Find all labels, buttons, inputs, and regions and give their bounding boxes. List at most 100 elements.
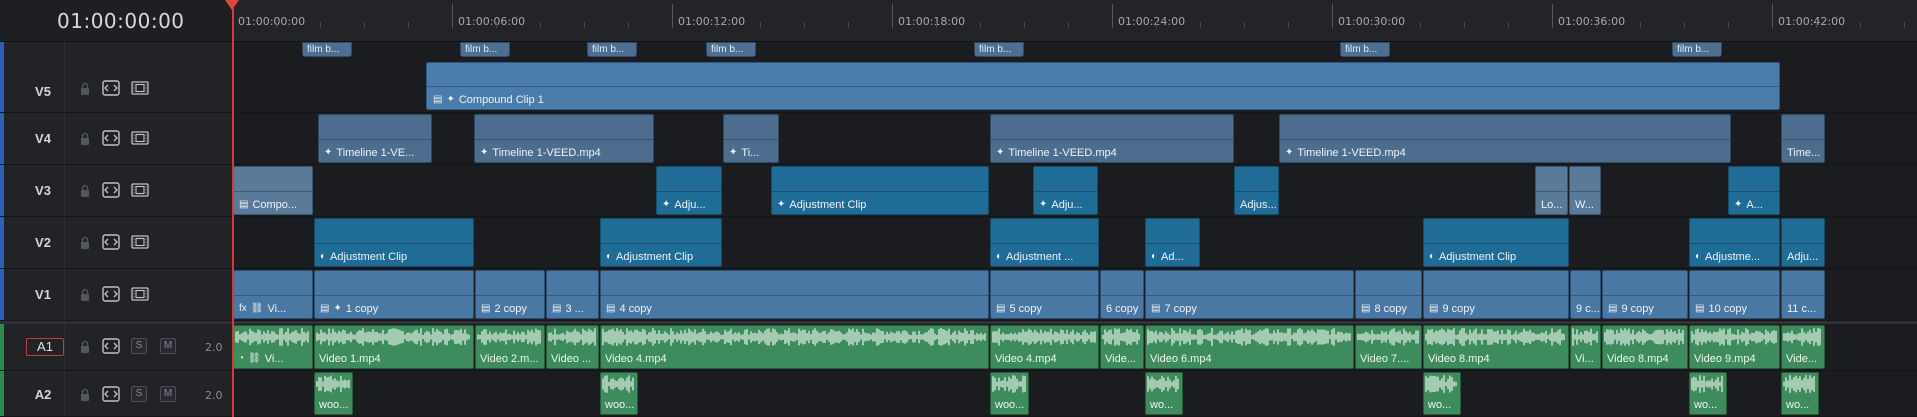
audio-clip[interactable]: Video ... bbox=[546, 325, 599, 369]
video-clip[interactable]: ▤ 9 copy bbox=[1423, 270, 1569, 319]
adjustment-clip[interactable]: ◐ Adjustment Clip bbox=[600, 218, 722, 267]
auto-track-select-icon[interactable] bbox=[102, 386, 120, 407]
adjustment-clip[interactable]: ◐ Adjustme... bbox=[1689, 218, 1780, 267]
timecode-display[interactable]: 01:00:00:00 bbox=[57, 9, 185, 33]
adjustment-clip[interactable]: ✦ Adju... bbox=[656, 166, 722, 215]
video-clip[interactable]: ▤ ✦ 1 copy bbox=[314, 270, 474, 319]
audio-clip[interactable]: wo... bbox=[1689, 372, 1727, 415]
lock-icon[interactable] bbox=[79, 388, 91, 407]
audio-clip[interactable]: ◔ ⛓ Vi... bbox=[233, 325, 313, 369]
lock-icon[interactable] bbox=[79, 184, 91, 203]
video-clip[interactable]: ▤ 8 copy bbox=[1355, 270, 1422, 319]
lane-a2[interactable] bbox=[232, 371, 1917, 417]
timeline-clip[interactable]: ✦ Timeline 1-VEED.mp4 bbox=[990, 114, 1234, 163]
playhead-line[interactable] bbox=[232, 8, 234, 417]
track-name-a1[interactable]: A1 bbox=[26, 338, 64, 356]
video-clip[interactable]: 9 c... bbox=[1570, 270, 1601, 319]
audio-clip[interactable]: Video 4.mp4 bbox=[600, 325, 989, 369]
audio-clip[interactable]: Video 9.mp4 bbox=[1689, 325, 1780, 369]
auto-track-select-icon[interactable] bbox=[102, 286, 120, 307]
audio-clip[interactable]: woo... bbox=[600, 372, 638, 415]
auto-track-select-icon[interactable] bbox=[102, 338, 120, 359]
video-clip[interactable]: ▤ 9 copy bbox=[1602, 270, 1688, 319]
audio-clip[interactable]: Video 8.mp4 bbox=[1423, 325, 1569, 369]
audio-clip[interactable]: wo... bbox=[1781, 372, 1819, 415]
compound-clip[interactable]: ▤ ✦ Compound Clip 1 bbox=[426, 62, 1780, 110]
video-clip[interactable]: ▤ 2 copy bbox=[475, 270, 545, 319]
audio-clip[interactable]: Vide... bbox=[1100, 325, 1144, 369]
audio-clip[interactable]: Video 7.... bbox=[1355, 325, 1422, 369]
auto-track-select-icon[interactable] bbox=[102, 234, 120, 255]
video-clip[interactable]: ▤ 7 copy bbox=[1145, 270, 1354, 319]
lock-icon[interactable] bbox=[79, 288, 91, 307]
mute-button[interactable]: M bbox=[160, 338, 176, 354]
adjustment-clip[interactable]: ◐ Adjustment Clip bbox=[314, 218, 474, 267]
audio-clip[interactable]: Video 1.mp4 bbox=[314, 325, 474, 369]
adjustment-clip[interactable]: ✦ Adjustment Clip bbox=[771, 166, 989, 215]
film-clip[interactable]: film b... bbox=[460, 42, 510, 57]
auto-track-select-icon[interactable] bbox=[102, 80, 120, 101]
timeline-clip[interactable]: Time... bbox=[1781, 114, 1825, 163]
adjustment-clip[interactable]: ◐ Adjustment ... bbox=[990, 218, 1099, 267]
audio-clip[interactable]: Video 2.m... bbox=[475, 325, 545, 369]
auto-track-select-icon[interactable] bbox=[102, 182, 120, 203]
video-clip[interactable]: ▤ 10 copy bbox=[1689, 270, 1780, 319]
solo-button[interactable]: S bbox=[131, 338, 147, 354]
lock-icon[interactable] bbox=[79, 82, 91, 101]
video-clip[interactable]: ▤ 3 ... bbox=[546, 270, 599, 319]
audio-clip[interactable]: wo... bbox=[1145, 372, 1183, 415]
disable-video-track-icon[interactable] bbox=[131, 287, 149, 306]
audio-clip[interactable]: woo... bbox=[990, 372, 1029, 415]
lock-icon[interactable] bbox=[79, 340, 91, 359]
track-header-v5[interactable]: V5 bbox=[0, 42, 232, 113]
compound-clip[interactable]: ▤ Compo... bbox=[233, 166, 313, 215]
auto-track-select-icon[interactable] bbox=[102, 130, 120, 151]
mute-button[interactable]: M bbox=[160, 386, 176, 402]
video-clip[interactable]: fx ⛓ Vi... bbox=[233, 270, 313, 319]
timeline-clip[interactable]: ✦ Ti... bbox=[723, 114, 779, 163]
film-clip[interactable]: film b... bbox=[302, 42, 352, 57]
audio-clip[interactable]: woo... bbox=[314, 372, 353, 415]
disable-video-track-icon[interactable] bbox=[131, 183, 149, 202]
disable-video-track-icon[interactable] bbox=[131, 235, 149, 254]
track-header-a2[interactable]: A2 S M 2.0 bbox=[0, 371, 232, 417]
playhead-handle[interactable] bbox=[225, 0, 239, 10]
audio-clip[interactable]: Vi... bbox=[1570, 325, 1601, 369]
video-clip[interactable]: Lo... bbox=[1535, 166, 1568, 215]
solo-button[interactable]: S bbox=[131, 386, 147, 402]
track-header-v4[interactable]: V4 bbox=[0, 113, 232, 165]
track-header-v3[interactable]: V3 bbox=[0, 165, 232, 217]
video-clip[interactable]: 6 copy bbox=[1100, 270, 1144, 319]
film-clip[interactable]: film b... bbox=[1672, 42, 1722, 57]
film-clip[interactable]: film b... bbox=[1340, 42, 1390, 57]
adjustment-clip[interactable]: Adju... bbox=[1781, 218, 1825, 267]
audio-clip[interactable]: wo... bbox=[1423, 372, 1461, 415]
adjustment-clip[interactable]: ✦ A... bbox=[1728, 166, 1780, 215]
lock-icon[interactable] bbox=[79, 132, 91, 151]
film-clip[interactable]: film b... bbox=[587, 42, 637, 57]
adjustment-clip[interactable]: ✦ Adju... bbox=[1033, 166, 1098, 215]
adjustment-clip[interactable]: Adjus... bbox=[1234, 166, 1279, 215]
track-header-v2[interactable]: V2 bbox=[0, 217, 232, 269]
film-clip[interactable]: film b... bbox=[974, 42, 1024, 57]
video-clip[interactable]: 11 c... bbox=[1781, 270, 1825, 319]
track-header-v1[interactable]: V1 bbox=[0, 269, 232, 321]
film-clip[interactable]: film b... bbox=[706, 42, 756, 57]
disable-video-track-icon[interactable] bbox=[131, 81, 149, 100]
audio-clip[interactable]: Video 6.mp4 bbox=[1145, 325, 1354, 369]
video-clip[interactable]: ▤ 4 copy bbox=[600, 270, 989, 319]
audio-clip[interactable]: Video 8.mp4 bbox=[1602, 325, 1688, 369]
video-clip[interactable]: ▤ 5 copy bbox=[990, 270, 1099, 319]
audio-clip[interactable]: Video 4.mp4 bbox=[990, 325, 1099, 369]
track-header-a1[interactable]: A1 S M 2.0 bbox=[0, 324, 232, 371]
audio-clip[interactable]: Vide... bbox=[1781, 325, 1825, 369]
adjustment-clip[interactable]: ◐ Ad... bbox=[1145, 218, 1200, 267]
timeline-clip[interactable]: ✦ Timeline 1-VEED.mp4 bbox=[474, 114, 654, 163]
video-clip[interactable]: W... bbox=[1569, 166, 1601, 215]
lock-icon[interactable] bbox=[79, 236, 91, 255]
timeline-clip[interactable]: ✦ Timeline 1-VEED.mp4 bbox=[1279, 114, 1731, 163]
adjustment-clip[interactable]: ◐ Adjustment Clip bbox=[1423, 218, 1569, 267]
timeline-clip[interactable]: ✦ Timeline 1-VE... bbox=[318, 114, 432, 163]
time-ruler[interactable]: 01:00:00:00 01:00:06:00 01:00:12:00 01:0… bbox=[232, 0, 1917, 42]
disable-video-track-icon[interactable] bbox=[131, 131, 149, 150]
